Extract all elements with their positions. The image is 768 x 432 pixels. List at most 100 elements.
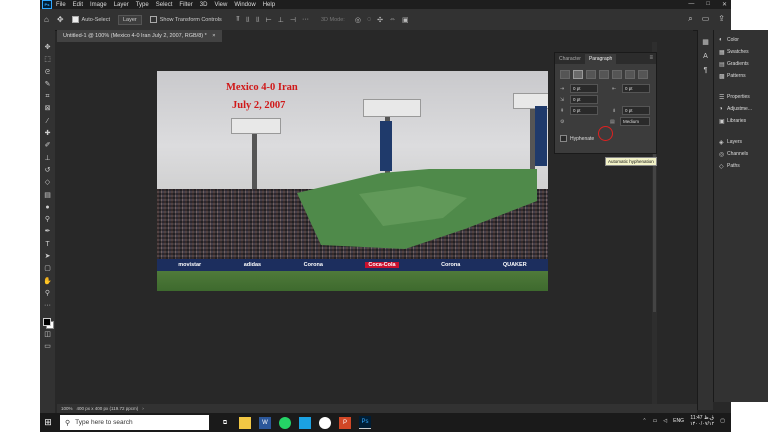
menu-file[interactable]: File	[56, 2, 66, 8]
panel-gradients[interactable]: ▤ Gradients	[714, 58, 768, 70]
align-hcenter-icon[interactable]: ⊥	[278, 16, 284, 24]
close-tab-icon[interactable]: ×	[212, 33, 215, 39]
align-vcenter-icon[interactable]: ⫫	[246, 16, 250, 24]
photoshop-taskbar-icon[interactable]: Ps	[359, 416, 371, 429]
word-icon[interactable]: W	[259, 416, 271, 429]
windows-start-icon[interactable]: ⊞	[40, 413, 56, 432]
panel-patterns[interactable]: ▩ Patterns	[714, 70, 768, 82]
auto-select-target-dropdown[interactable]: Layer	[117, 14, 142, 25]
character-panel-icon[interactable]: A	[703, 53, 708, 60]
document-tab[interactable]: Untitled-1 @ 100% (Mexico 4-0 Iran July …	[57, 30, 222, 42]
justify-last-left-icon[interactable]	[599, 70, 609, 79]
marquee-tool-icon[interactable]: ⬚	[42, 54, 54, 66]
search-icon[interactable]: ⌕	[688, 14, 692, 24]
transform-controls-checkbox[interactable]: Show Transform Controls	[149, 16, 222, 23]
path-selection-tool-icon[interactable]: ➤	[42, 251, 54, 263]
hyphenation-settings-icon[interactable]: ⚙	[560, 119, 570, 125]
healing-brush-tool-icon[interactable]: ✚	[42, 128, 54, 140]
more-options-icon[interactable]: ···	[302, 16, 309, 24]
orbit-3d-icon[interactable]: ◎	[355, 16, 361, 24]
camera-3d-icon[interactable]: ▣	[402, 16, 409, 24]
workspace-icon[interactable]: ▭	[702, 14, 710, 24]
volume-icon[interactable]: ◁	[663, 418, 667, 424]
store-icon[interactable]	[299, 416, 311, 429]
align-left-icon[interactable]: ⊢	[266, 16, 272, 24]
more-tools-icon[interactable]: ···	[42, 300, 54, 312]
foreground-color-swatch[interactable]	[42, 317, 51, 326]
shape-tool-icon[interactable]: ▢	[42, 263, 54, 275]
slide-3d-icon[interactable]: ⇔	[389, 16, 396, 24]
align-right-icon[interactable]: ⊣	[290, 16, 296, 24]
share-icon[interactable]: ⇪	[718, 14, 725, 24]
taskbar-search-box[interactable]: ⚲ Type here to search	[60, 415, 209, 430]
clone-stamp-tool-icon[interactable]: ⊥	[42, 153, 54, 165]
panel-layers[interactable]: ◈ Layers	[714, 136, 768, 148]
panel-libraries[interactable]: ▣ Libraries	[714, 115, 768, 127]
frame-tool-icon[interactable]: ⊠	[42, 103, 54, 115]
zoom-level[interactable]: 100%	[61, 406, 73, 411]
minimize-button[interactable]: —	[688, 1, 694, 8]
menu-edit[interactable]: Edit	[73, 2, 83, 8]
zoom-tool-icon[interactable]: ⚲	[42, 288, 54, 300]
paragraph-panel-icon[interactable]: ¶	[704, 67, 708, 74]
tab-paragraph[interactable]: Paragraph	[584, 54, 617, 64]
quick-select-tool-icon[interactable]: ✎	[42, 79, 54, 91]
gradient-tool-icon[interactable]: ▤	[42, 190, 54, 202]
close-button[interactable]: ✕	[722, 1, 727, 8]
auto-select-checkbox[interactable]: Auto-Select	[71, 16, 110, 23]
composer-dropdown[interactable]: Medium	[620, 117, 650, 126]
panel-paths[interactable]: ◇ Paths	[714, 160, 768, 172]
document-canvas[interactable]: movistar adidas Corona Coca-Cola Corona …	[157, 71, 548, 291]
status-arrow-icon[interactable]: ›	[142, 406, 144, 411]
crop-tool-icon[interactable]: ⌗	[42, 91, 54, 103]
caption-line-1[interactable]: Mexico 4-0 Iran	[226, 82, 298, 93]
panel-swatches[interactable]: ▦ Swatches	[714, 46, 768, 58]
justify-all-icon[interactable]	[638, 70, 648, 79]
menu-filter[interactable]: Filter	[179, 2, 192, 8]
home-icon[interactable]: ⌂	[44, 15, 49, 24]
indent-left-field[interactable]: 0 pt	[570, 84, 598, 93]
justify-last-right-icon[interactable]	[625, 70, 635, 79]
menu-type[interactable]: Type	[136, 2, 149, 8]
whatsapp-icon[interactable]	[279, 416, 291, 429]
align-right-text-icon[interactable]	[586, 70, 596, 79]
menu-3d[interactable]: 3D	[200, 2, 208, 8]
history-panel-icon[interactable]: ▦	[702, 38, 709, 46]
panel-menu-icon[interactable]: ≡	[649, 55, 653, 61]
space-before-field[interactable]: 0 pt	[570, 106, 598, 115]
type-tool-icon[interactable]: T	[42, 239, 54, 251]
menu-window[interactable]: Window	[234, 2, 255, 8]
tray-expand-icon[interactable]: ⌃	[642, 418, 646, 424]
menu-view[interactable]: View	[214, 2, 227, 8]
powerpoint-icon[interactable]: P	[339, 416, 351, 429]
menu-image[interactable]: Image	[90, 2, 107, 8]
first-line-indent-field[interactable]: 0 pt	[570, 95, 598, 104]
align-left-text-icon[interactable]	[560, 70, 570, 79]
eyedropper-tool-icon[interactable]: ⁄	[42, 116, 54, 128]
align-center-text-icon[interactable]	[573, 70, 583, 79]
network-icon[interactable]: ▭	[653, 418, 658, 424]
roll-3d-icon[interactable]: ◌	[367, 16, 371, 24]
space-after-field[interactable]: 0 pt	[622, 106, 650, 115]
tab-character[interactable]: Character	[555, 54, 585, 64]
lasso-tool-icon[interactable]: ᘓ	[42, 67, 54, 79]
maximize-button[interactable]: □	[706, 1, 710, 8]
eraser-tool-icon[interactable]: ◇	[42, 177, 54, 189]
history-brush-tool-icon[interactable]: ↺	[42, 165, 54, 177]
move-tool-icon[interactable]: ✥	[42, 42, 54, 54]
chrome-icon[interactable]	[319, 416, 331, 429]
task-view-icon[interactable]: ⧉	[219, 417, 231, 429]
clock[interactable]: 11:47 ق.ظ ۱۴۰۰/۰۷/۱۲	[690, 415, 714, 427]
brush-tool-icon[interactable]: ✐	[42, 140, 54, 152]
quick-mask-icon[interactable]: ◫	[42, 329, 54, 341]
indent-right-field[interactable]: 0 pt	[622, 84, 650, 93]
panel-adjustments[interactable]: ◑ Adjustme...	[714, 103, 768, 115]
panel-channels[interactable]: ◎ Channels	[714, 148, 768, 160]
caption-line-2[interactable]: July 2, 2007	[232, 100, 285, 111]
align-top-icon[interactable]: ⫪	[236, 16, 240, 24]
menu-layer[interactable]: Layer	[114, 2, 129, 8]
language-indicator[interactable]: ENG	[673, 418, 684, 424]
panel-color[interactable]: ◐ Color	[714, 34, 768, 46]
dodge-tool-icon[interactable]: ⚲	[42, 214, 54, 226]
move-tool-icon[interactable]: ✥	[57, 15, 64, 24]
